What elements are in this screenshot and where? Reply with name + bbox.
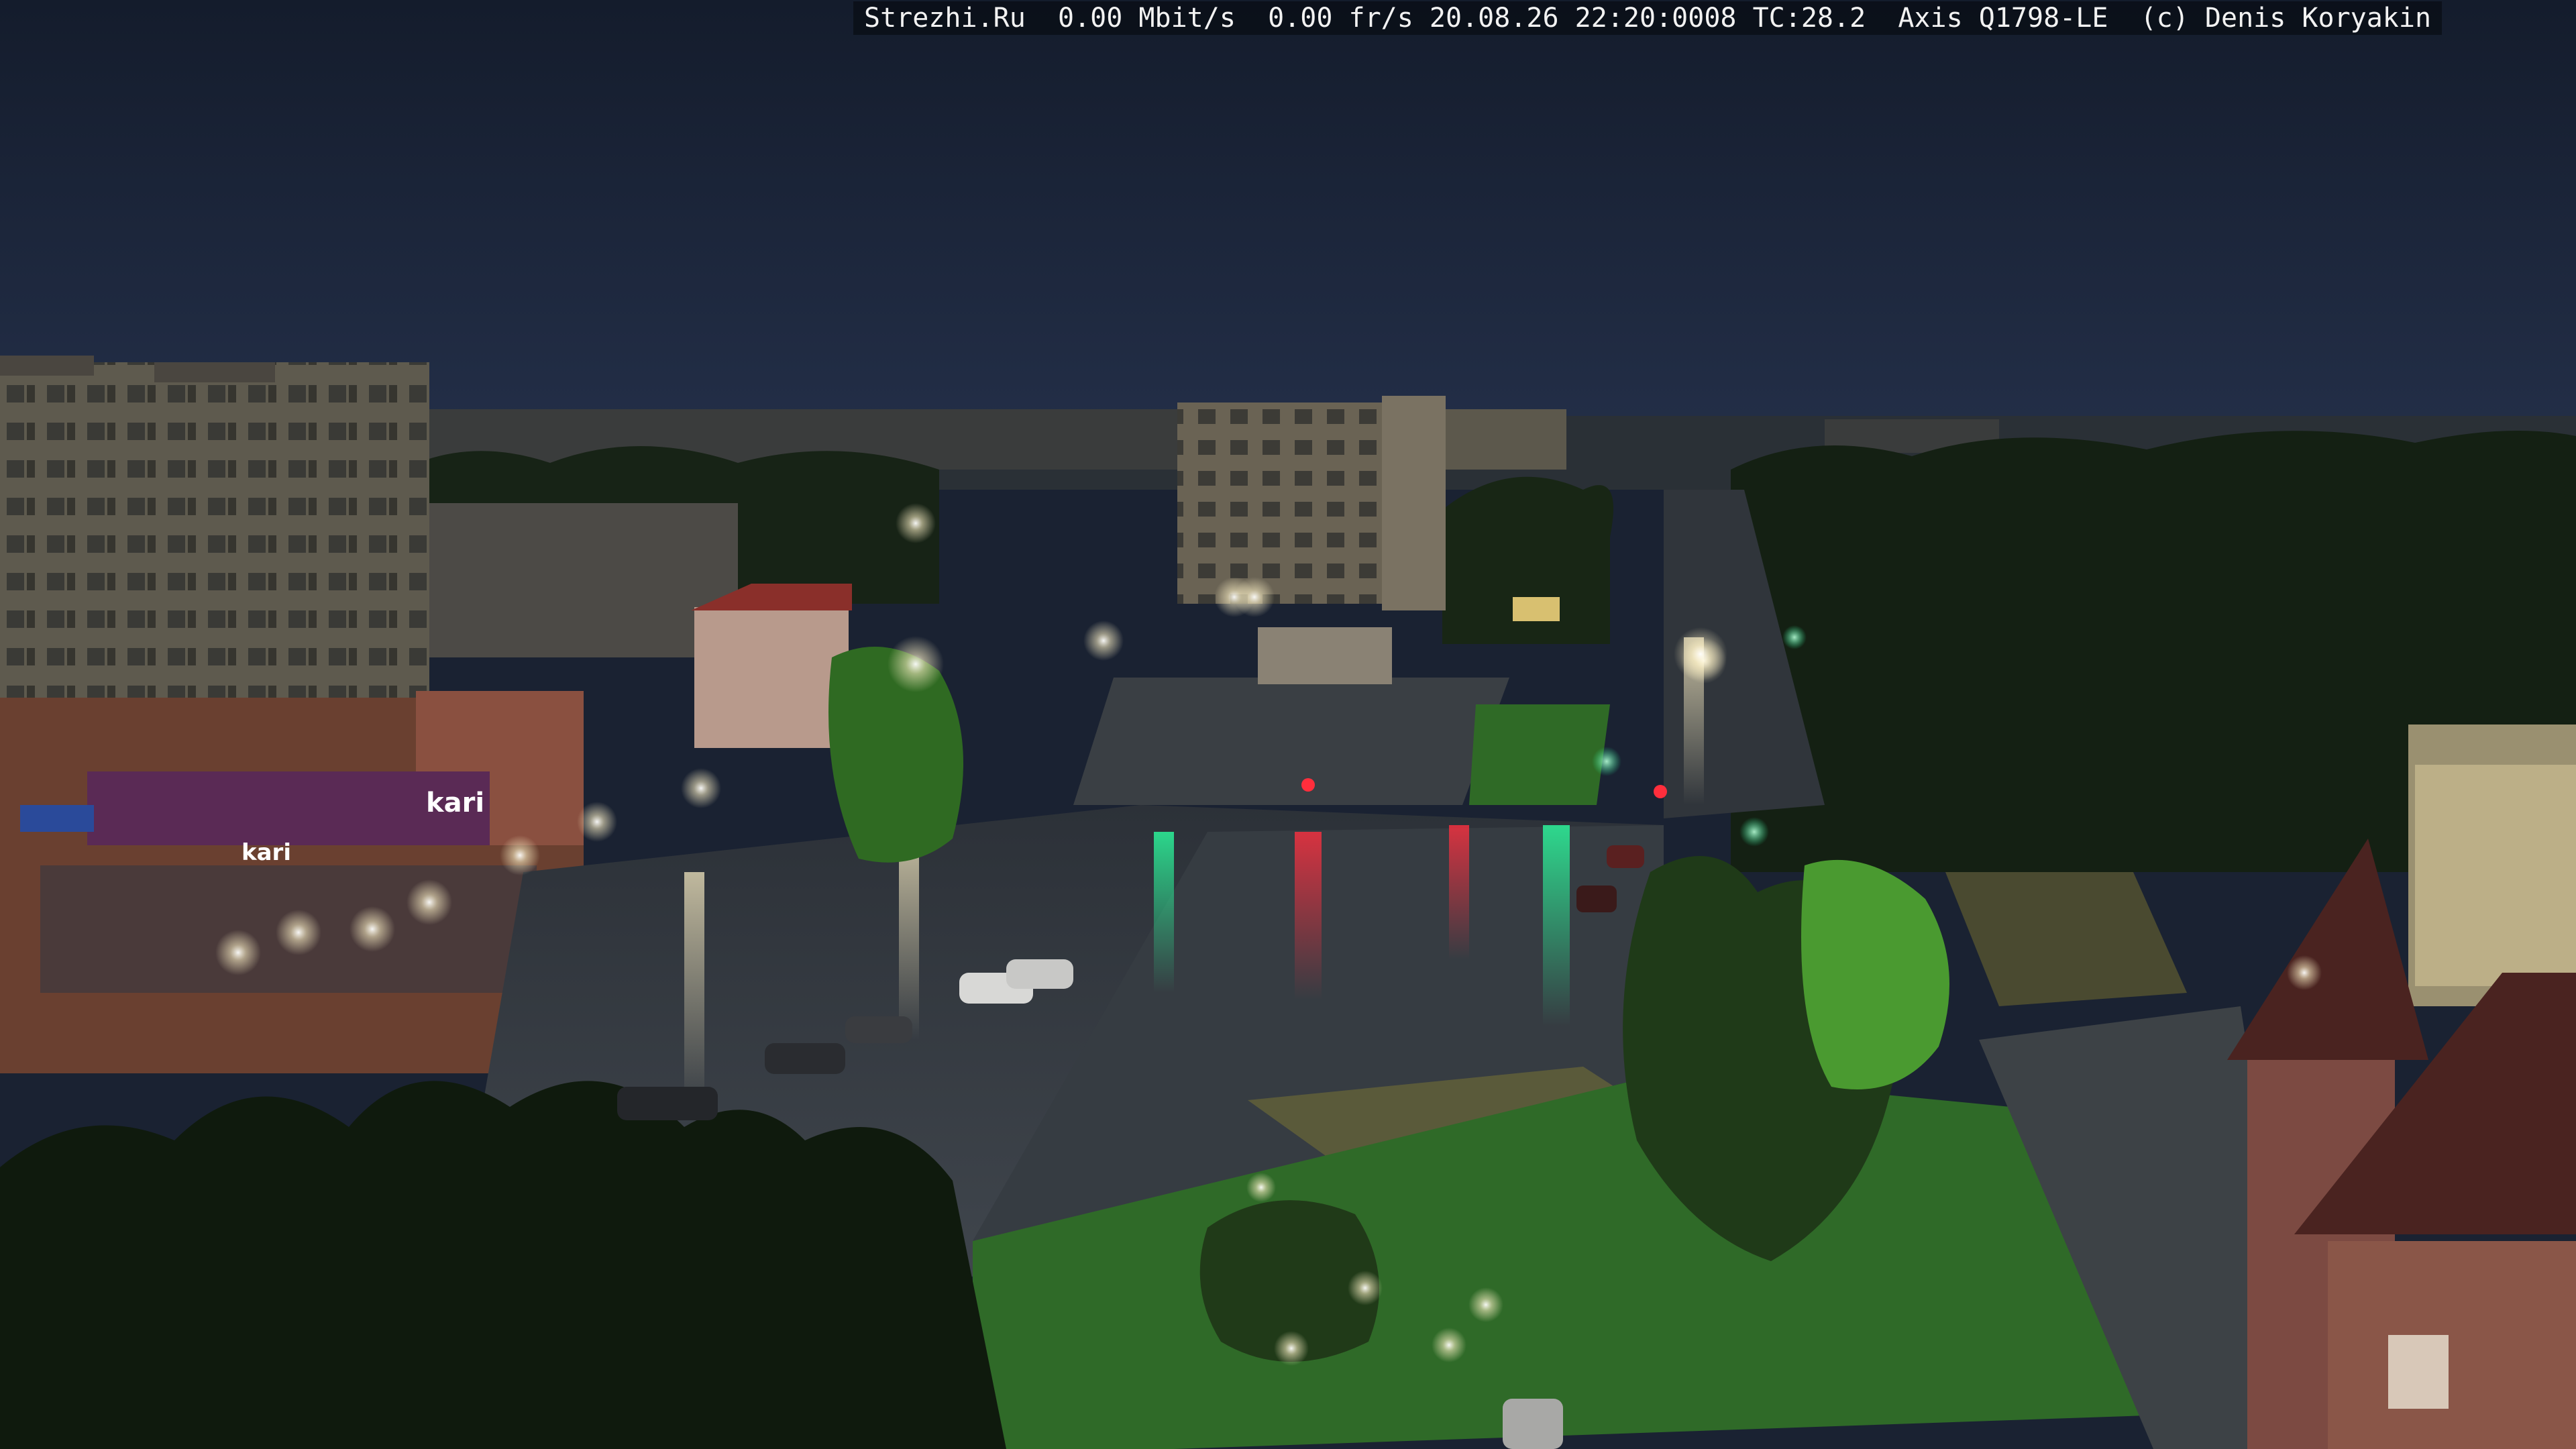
street-light [681,768,721,808]
parked-car-dark [617,1087,718,1120]
moving-car [1576,885,1617,912]
turret-right-body [2328,1241,2576,1449]
mid-left-building [429,503,738,657]
street-light [215,930,261,975]
street-light [1468,1287,1503,1322]
traffic-light-green [1782,625,1807,649]
moving-car [1607,845,1644,868]
traffic-light-red [1301,778,1315,792]
street-light [1083,621,1124,661]
street-light [1246,1173,1276,1202]
traffic-light-green [1739,817,1769,847]
street-light [888,636,944,692]
street-light [500,835,540,875]
right-building-windows [2415,765,2576,986]
road-reflection-red-2 [1449,825,1469,959]
overlay-bitrate: 0.00 Mbit/s [1058,3,1236,34]
street-light [2287,955,2322,990]
turret-window [2388,1335,2449,1409]
median-grass [1469,704,1610,805]
road-reflection-red [1295,832,1322,1000]
distant-headlight [1674,627,1727,681]
billboard [1513,597,1560,621]
street-light [276,910,321,955]
pink-house [694,607,849,748]
left-building-roof-2 [154,362,275,382]
overlay-timestamp: 20.08.26 22:20:0008 [1429,3,1737,34]
parked-car-dark [845,1016,912,1043]
street-light [896,503,936,543]
camera-info-overlay: Strezhi.Ru 0.00 Mbit/s 0.00 fr/s 20.08.2… [853,1,2443,35]
store-blue-sign [20,805,94,832]
street-light [577,802,617,842]
parked-car-dark [765,1043,845,1074]
center-building-wing [1446,409,1566,470]
parking-lot [1073,678,1509,805]
traffic-light-green [1592,747,1621,776]
pavilion-building [1258,627,1392,684]
street-light [407,879,452,925]
street-light [350,906,395,952]
center-building-tower [1382,396,1446,610]
road-reflection-green [1543,825,1570,1026]
street-light [1432,1328,1466,1362]
road-reflection-green-2 [1154,832,1174,993]
overlay-site: Strezhi.Ru [864,3,1026,34]
street-light [1234,577,1275,617]
store-logo-secondary: kari [241,839,291,866]
road-reflection-white [684,872,704,1107]
foreground-parked-car [1503,1399,1563,1449]
street-light [1348,1271,1383,1305]
parked-car-white [1006,959,1073,989]
foreground-trees-left [0,1081,1006,1449]
lit-green-tree [1801,859,1949,1089]
store-logo: kari [426,788,484,818]
left-building-roof [0,356,94,376]
plaza-flowerbeds [1945,872,2187,1006]
overlay-tc: TC:28.2 [1752,3,1866,34]
road-reflection-white-2 [899,839,919,1040]
overlay-framerate: 0.00 fr/s [1268,3,1413,34]
overlay-camera: Axis Q1798-LE [1898,3,2108,34]
overlay-copyright: (c) Denis Koryakin [2140,3,2432,34]
street-light [1274,1331,1309,1366]
traffic-light-red [1654,785,1667,798]
webcam-night-street-scene: kari kari [0,0,2576,1449]
